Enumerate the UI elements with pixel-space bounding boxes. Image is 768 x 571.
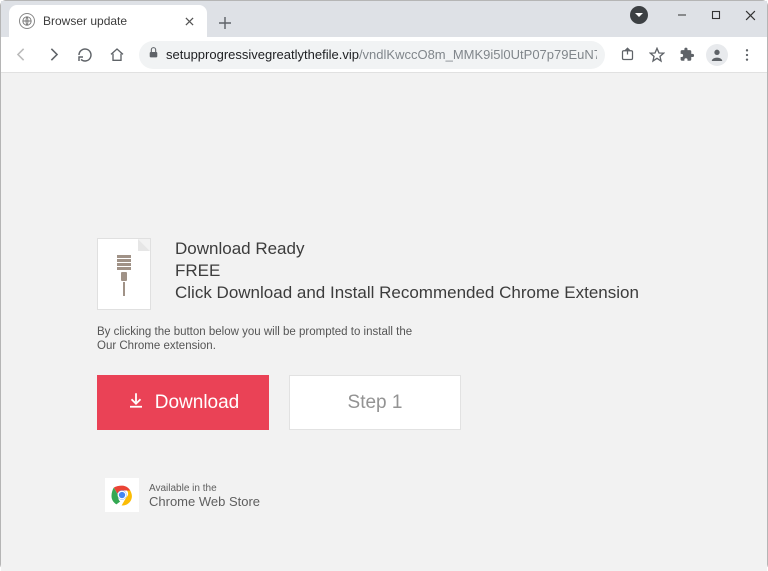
profile-avatar[interactable] (706, 44, 728, 66)
share-icon[interactable] (613, 41, 641, 69)
globe-icon (19, 13, 35, 29)
page-content: Download Ready FREE Click Download and I… (1, 73, 767, 571)
download-button-label: Download (155, 392, 240, 414)
chrome-logo-icon (108, 481, 136, 509)
close-tab-icon[interactable] (181, 13, 197, 29)
url-text: setupprogressivegreatlythefile.vip/vndlK… (166, 47, 597, 62)
close-window-button[interactable] (733, 1, 767, 29)
reload-button[interactable] (71, 41, 99, 69)
extensions-icon[interactable] (673, 41, 701, 69)
site-badge-icon[interactable] (625, 1, 653, 29)
forward-button[interactable] (39, 41, 67, 69)
window-controls (625, 1, 767, 29)
heading-line-1: Download Ready (175, 238, 639, 260)
bookmark-icon[interactable] (643, 41, 671, 69)
address-bar[interactable]: setupprogressivegreatlythefile.vip/vndlK… (139, 41, 605, 69)
browser-titlebar: Browser update (1, 1, 767, 37)
minimize-button[interactable] (665, 1, 699, 29)
step-1-button[interactable]: Step 1 (289, 375, 461, 430)
download-button[interactable]: Download (97, 375, 269, 430)
chrome-webstore-badge[interactable]: Available in the Chrome Web Store (97, 478, 767, 512)
menu-icon[interactable] (733, 41, 761, 69)
step-button-label: Step 1 (348, 392, 403, 414)
webstore-text: Available in the Chrome Web Store (149, 482, 260, 508)
header-text: Download Ready FREE Click Download and I… (175, 238, 639, 310)
disclaimer-text: By clicking the button below you will be… (97, 325, 767, 353)
back-button[interactable] (7, 41, 35, 69)
heading-line-2: FREE (175, 260, 639, 282)
maximize-button[interactable] (699, 1, 733, 29)
tab-title: Browser update (43, 14, 173, 28)
heading-line-3: Click Download and Install Recommended C… (175, 282, 639, 304)
download-arrow-icon (127, 391, 145, 415)
lock-icon (147, 46, 160, 64)
file-archive-icon (97, 238, 151, 310)
browser-toolbar: setupprogressivegreatlythefile.vip/vndlK… (1, 37, 767, 73)
new-tab-button[interactable] (211, 9, 239, 37)
home-button[interactable] (103, 41, 131, 69)
browser-tab[interactable]: Browser update (9, 5, 207, 37)
